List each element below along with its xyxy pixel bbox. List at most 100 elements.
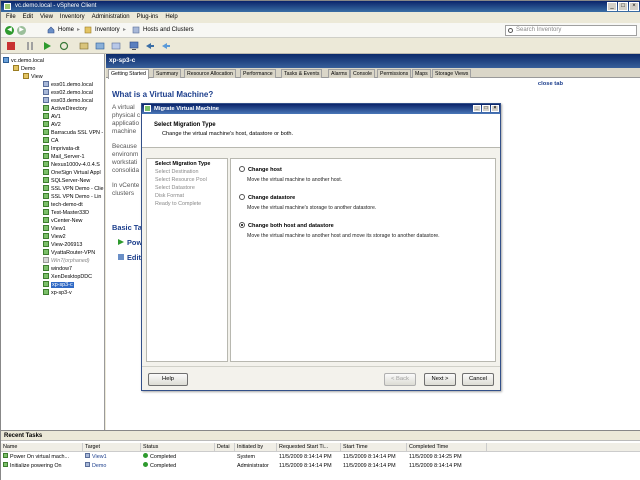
help-button[interactable]: Help: [148, 373, 188, 386]
menu-file[interactable]: File: [6, 12, 16, 23]
menu-administration[interactable]: Administration: [92, 12, 130, 23]
tab-storage-views[interactable]: Storage Views: [432, 69, 472, 78]
tab-summary[interactable]: Summary: [153, 69, 182, 78]
option-change-datastore[interactable]: Change datastore: [239, 194, 295, 201]
tree-item[interactable]: ActiveDirectory: [43, 105, 87, 113]
clone-icon[interactable]: [161, 41, 171, 51]
tree-item[interactable]: vc.demo.local: [3, 57, 44, 65]
tab-permissions[interactable]: Permissions: [377, 69, 412, 78]
dialog-maximize-button[interactable]: □: [482, 105, 490, 112]
column-header[interactable]: Detai: [215, 443, 235, 452]
migrate-icon[interactable]: [145, 41, 155, 51]
menu-help[interactable]: Help: [165, 12, 177, 23]
column-header[interactable]: Completed Time: [407, 443, 487, 452]
revert-snapshot-icon[interactable]: [95, 41, 105, 51]
column-header[interactable]: Requested Start Ti...: [277, 443, 341, 452]
task-row[interactable]: Initialize powering On Demo Completed Admin…: [1, 462, 640, 471]
tree-item[interactable]: esx02.demo.local: [43, 89, 93, 97]
forward-arrow-icon[interactable]: ▶: [17, 26, 26, 35]
target-link[interactable]: View1: [92, 454, 107, 460]
power-off-icon[interactable]: [6, 41, 16, 51]
tree-item[interactable]: tech-demo-dt: [43, 201, 83, 209]
tree-item[interactable]: Test-Master33D: [43, 209, 89, 217]
maximize-button[interactable]: □: [618, 2, 628, 11]
tree-item[interactable]: Mail_Server-1: [43, 153, 85, 161]
tree-item[interactable]: esx03.demo.local: [43, 97, 93, 105]
tab-performance[interactable]: Performance: [240, 69, 276, 78]
tree-item[interactable]: window7: [43, 265, 72, 273]
close-tab-link[interactable]: close tab: [538, 81, 563, 87]
tree-item[interactable]: Win7(orphaned): [43, 257, 90, 265]
minimize-button[interactable]: _: [607, 2, 617, 11]
next-button[interactable]: Next >: [424, 373, 456, 386]
tree-item[interactable]: AV1: [43, 113, 61, 121]
back-button[interactable]: < Back: [384, 373, 416, 386]
tree-item[interactable]: OneSign Virtual Appl: [43, 169, 101, 177]
task-cell: Initialize powering On: [1, 462, 83, 471]
tree-item[interactable]: XenDesktopDDC: [43, 273, 92, 281]
power-on-icon[interactable]: [42, 41, 52, 51]
dialog-minimize-button[interactable]: _: [473, 105, 481, 112]
console-icon[interactable]: [129, 41, 139, 51]
power-on-task-link[interactable]: Pow: [118, 238, 142, 247]
tree-item[interactable]: SQLServer-New: [43, 177, 90, 185]
column-header[interactable]: Status: [141, 443, 215, 452]
option-change-host[interactable]: Change host: [239, 166, 282, 173]
column-header[interactable]: Initiated by: [235, 443, 277, 452]
reset-icon[interactable]: [59, 41, 69, 51]
tree-item-label: SSL VPN Demo - Clie: [51, 186, 104, 192]
edit-settings-task-link[interactable]: Edit: [118, 253, 141, 262]
tree-item[interactable]: xp-sp3-c: [43, 281, 74, 289]
breadcrumb-inventory[interactable]: Inventory: [95, 25, 120, 36]
tree-item[interactable]: AV2: [43, 121, 61, 129]
cancel-button[interactable]: Cancel: [462, 373, 494, 386]
suspend-icon[interactable]: [25, 41, 35, 51]
column-header[interactable]: Target: [83, 443, 141, 452]
tree-item[interactable]: Demo: [13, 65, 35, 73]
tree-item[interactable]: VyattaRouter-VPN: [43, 249, 95, 257]
intro-text-line: physical c: [112, 112, 141, 119]
tab-resource-allocation[interactable]: Resource Allocation: [184, 69, 236, 78]
tree-item[interactable]: View1: [43, 225, 66, 233]
tree-item[interactable]: Barracuda SSL VPN -: [43, 129, 103, 137]
menu-plugins[interactable]: Plug-ins: [137, 12, 159, 23]
breadcrumb-hosts-clusters[interactable]: Hosts and Clusters: [143, 25, 194, 36]
change-host-radio[interactable]: [239, 166, 245, 172]
tree-item[interactable]: View-206913: [43, 241, 82, 249]
column-header[interactable]: Start Time: [341, 443, 407, 452]
menu-view[interactable]: View: [40, 12, 53, 23]
menu-edit[interactable]: Edit: [23, 12, 33, 23]
tab-getting-started[interactable]: Getting Started: [108, 69, 149, 79]
tree-item[interactable]: CA: [43, 137, 59, 145]
back-arrow-icon[interactable]: ◀: [5, 26, 14, 35]
tree-item[interactable]: SSL VPN Demo - Clie: [43, 185, 104, 193]
dialog-close-button[interactable]: ×: [491, 105, 499, 112]
tree-item[interactable]: vCenter-New: [43, 217, 82, 225]
change-datastore-radio[interactable]: [239, 194, 245, 200]
tree-item[interactable]: esx01.demo.local: [43, 81, 93, 89]
tab-console[interactable]: Console: [350, 69, 376, 78]
task-row[interactable]: Power On virtual mach... View1 Completed Sy…: [1, 453, 640, 462]
snapshot-manager-icon[interactable]: [111, 41, 121, 51]
option-change-both[interactable]: Change both host and datastore: [239, 222, 334, 229]
tab-tasks-events[interactable]: Tasks & Events: [281, 69, 323, 78]
column-header[interactable]: Name: [1, 443, 83, 452]
tree-item[interactable]: Nexus1000v-4.0.4.S: [43, 161, 100, 169]
tree-item[interactable]: SSL VPN Demo - Lin: [43, 193, 101, 201]
menu-inventory[interactable]: Inventory: [60, 12, 85, 23]
snapshot-icon[interactable]: [79, 41, 89, 51]
search-inventory-input[interactable]: Search Inventory: [505, 25, 637, 36]
tree-item[interactable]: View: [23, 73, 43, 81]
tree-item[interactable]: View2: [43, 233, 66, 241]
tab-maps[interactable]: Maps: [412, 69, 431, 78]
basic-tasks-heading: Basic Ta: [112, 223, 142, 232]
dialog-header-subtitle: Change the virtual machine's host, datas…: [162, 131, 294, 137]
tab-alarms[interactable]: Alarms: [328, 69, 351, 78]
change-both-radio[interactable]: [239, 222, 245, 228]
tree-item[interactable]: xp-sp3-v: [43, 289, 72, 297]
target-link[interactable]: Demo: [92, 463, 106, 469]
breadcrumb-home[interactable]: Home: [58, 25, 74, 36]
vm-migrate-icon: [144, 105, 151, 112]
tree-item[interactable]: Imprivata-dt: [43, 145, 79, 153]
close-button[interactable]: ×: [629, 2, 639, 11]
